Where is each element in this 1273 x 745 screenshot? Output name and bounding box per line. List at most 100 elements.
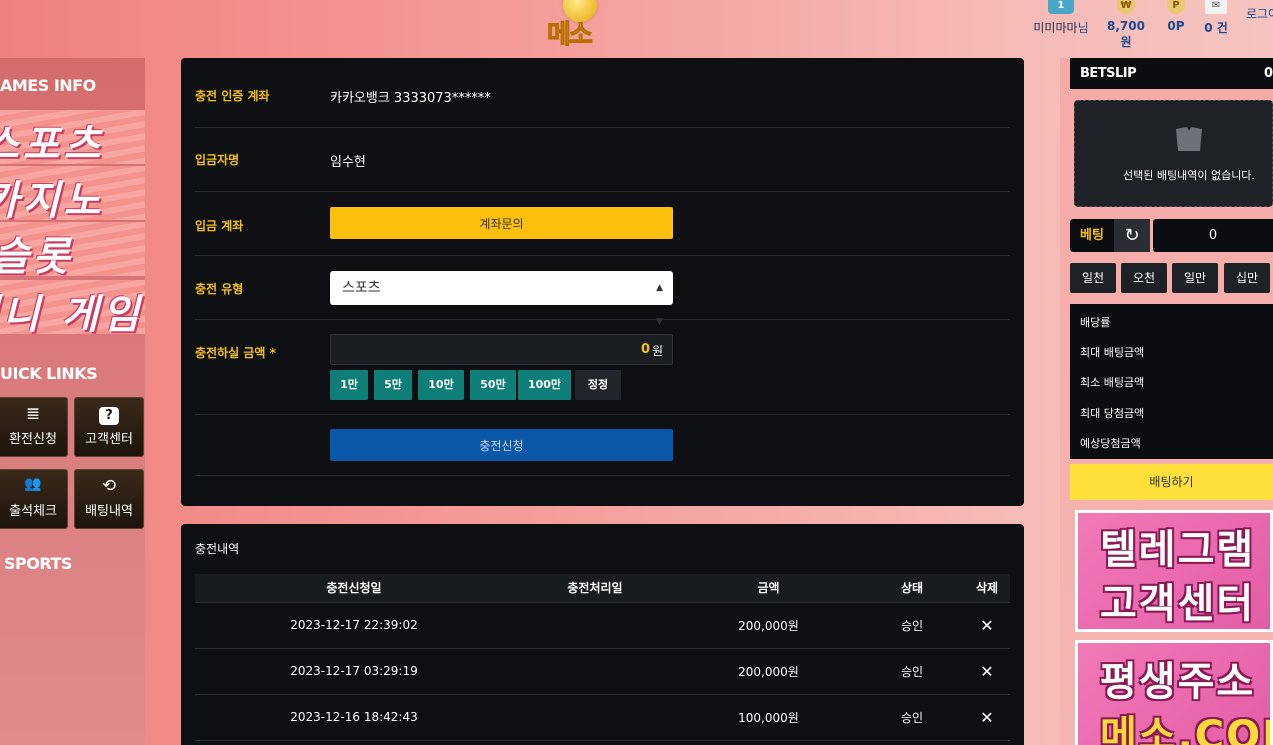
- help-glyph: ?: [99, 407, 119, 425]
- form-label: 입금 계좌: [195, 219, 244, 233]
- mail-icon: ✉: [1205, 0, 1227, 14]
- quick-amount-1m[interactable]: 100만: [518, 370, 571, 400]
- right-sidebar: BETSLIP 0 선택된 배팅내역이 없습니다. 베팅 ↻ 0 일천 오천 일…: [1060, 58, 1273, 745]
- table-row: 2023-12-17 22:39:02 200,000원 승인 ✕: [195, 602, 1010, 649]
- top-bar: 메소 1 미미마마님 ₩ 8,700원 P 0P ✉ 0 건 로그아: [0, 0, 1273, 58]
- delete-icon[interactable]: ✕: [980, 708, 993, 727]
- game-banner-sports[interactable]: 스포츠: [0, 110, 145, 164]
- table-row: 2023-12-16 18:42:43 100,000원 승인 ✕: [195, 694, 1010, 741]
- column-header: 충전신청일: [195, 574, 513, 603]
- sports-title: SPORTS: [4, 554, 72, 573]
- max-bet-label: 최대 배팅금액: [1080, 346, 1145, 359]
- verified-account-value: 카카오뱅크 3333073******: [330, 91, 491, 106]
- help-chat-icon: ?: [75, 404, 143, 426]
- logo-text: 메소: [547, 20, 594, 51]
- ticket-icon: [1173, 125, 1205, 159]
- user-info[interactable]: 1 미미마마님: [1031, 0, 1091, 36]
- account-inquiry-button[interactable]: 계좌문의: [330, 207, 673, 239]
- column-header: 충전처리일: [513, 574, 677, 603]
- quick-link-label: 고객센터: [85, 432, 133, 447]
- submit-deposit-button[interactable]: 충전신청: [330, 429, 673, 461]
- logout-link[interactable]: 로그아: [1246, 5, 1273, 22]
- username: 미미마마: [1033, 21, 1078, 35]
- promo-line: 메소.COM: [1100, 713, 1270, 745]
- quick-link-label: 출석체크: [9, 504, 57, 519]
- deposit-form-panel: 충전 인증 계좌 카카오뱅크 3333073****** 입금자명 임수현 입금…: [181, 58, 1024, 506]
- messages-value: 0 건: [1204, 21, 1228, 35]
- bet-info-box: 배당률 최대 배팅금액 최소 배팅금액 최대 당첨금액 예상당첨금액: [1070, 304, 1273, 459]
- quick-link-withdraw[interactable]: ≣ 환전신청: [0, 397, 68, 457]
- betslip-header: BETSLIP 0: [1070, 58, 1273, 89]
- quick-links-title: UICK LINKS: [0, 364, 98, 383]
- permanent-address-banner[interactable]: 평생주소 메소.COM: [1075, 640, 1273, 745]
- status-cell: 승인: [860, 694, 964, 741]
- charge-type-value: 스포츠: [342, 280, 381, 296]
- betslip-title: BETSLIP: [1080, 66, 1137, 81]
- delete-icon[interactable]: ✕: [980, 662, 993, 681]
- quick-amount-100k[interactable]: 10만: [418, 370, 464, 400]
- quick-amount-500k[interactable]: 50만: [470, 370, 516, 400]
- chip-100000[interactable]: 십만: [1224, 263, 1270, 293]
- form-row-submit: 충전신청: [195, 415, 1010, 476]
- bet-amount-input[interactable]: 0: [1153, 219, 1273, 252]
- column-header: 상태: [860, 574, 964, 603]
- processed-date: [513, 602, 677, 649]
- quick-link-support[interactable]: ? 고객센터: [74, 397, 144, 457]
- site-logo[interactable]: 메소: [535, 0, 625, 51]
- form-label: 충전 유형: [195, 282, 244, 296]
- game-banner-mini[interactable]: 미니 게임: [0, 280, 145, 334]
- quick-link-label: 배팅내역: [85, 504, 133, 519]
- amount-cell: 100,000원: [677, 694, 860, 741]
- chip-5000[interactable]: 오천: [1121, 263, 1167, 293]
- chip-1000[interactable]: 일천: [1070, 263, 1116, 293]
- status-cell: 승인: [860, 602, 964, 649]
- quick-link-bet-history[interactable]: ⟲ 배팅내역: [74, 469, 144, 529]
- quick-link-attendance[interactable]: 👥 출석체크: [0, 469, 68, 529]
- game-banner-casino[interactable]: 카지노: [0, 166, 145, 220]
- reset-amount-button[interactable]: 정정: [575, 370, 621, 400]
- points-info[interactable]: P 0P: [1163, 0, 1189, 33]
- telegram-support-banner[interactable]: 텔레그램 고객센터: [1075, 510, 1273, 632]
- quick-amount-50k[interactable]: 5만: [374, 370, 412, 400]
- promo-line: 평생주소: [1100, 659, 1256, 705]
- coins-stack-icon: ≣: [25, 404, 41, 424]
- messages-info[interactable]: ✉ 0 건: [1202, 0, 1230, 36]
- history-title: 충전내역: [195, 542, 240, 556]
- quick-amount-10k[interactable]: 1만: [330, 370, 368, 400]
- form-label: 입금자명: [195, 153, 240, 167]
- game-banner-label: 미니 게임: [0, 292, 144, 334]
- table-row: 2023-12-17 03:29:19 200,000원 승인 ✕: [195, 648, 1010, 695]
- history-header-row: 충전신청일 충전처리일 금액 상태 삭제: [195, 574, 1010, 603]
- user-level-icon: 1: [1048, 0, 1074, 14]
- odds-label: 배당률: [1080, 316, 1111, 329]
- status-cell: 승인: [860, 648, 964, 695]
- deposit-history-panel: 충전내역 충전신청일 충전처리일 금액 상태 삭제 2023-12-17 22:…: [181, 524, 1024, 745]
- balance-info[interactable]: ₩ 8,700원: [1104, 0, 1148, 50]
- charge-type-select[interactable]: 스포츠 ▲ ▼: [330, 271, 673, 327]
- refresh-icon[interactable]: ↻: [1114, 219, 1150, 252]
- betslip-empty-state: 선택된 배팅내역이 없습니다.: [1074, 100, 1273, 207]
- requested-date: 2023-12-16 18:42:43: [195, 694, 513, 741]
- chip-10000[interactable]: 일만: [1172, 263, 1218, 293]
- won-coin-icon: ₩: [1117, 0, 1135, 14]
- expected-win-label: 예상당첨금액: [1080, 437, 1141, 450]
- column-header: 삭제: [964, 574, 1010, 603]
- form-row-type: 충전 유형 스포츠 ▲ ▼: [195, 256, 1010, 327]
- depositor-name-value: 임수현: [330, 155, 366, 170]
- history-table: 충전신청일 충전처리일 금액 상태 삭제 2023-12-17 22:39:02…: [195, 574, 1010, 741]
- amount-input[interactable]: 0 원: [330, 334, 673, 365]
- form-label: 충전하실 금액 *: [195, 346, 276, 360]
- game-banner-slot[interactable]: 슬롯: [0, 222, 145, 276]
- username-suffix: 님: [1077, 21, 1089, 35]
- left-sidebar: AMES INFO 스포츠 카지노 슬롯 미니 게임 UICK LINKS ≣ …: [0, 58, 145, 745]
- delete-icon[interactable]: ✕: [980, 616, 993, 635]
- betslip-empty-text: 선택된 배팅내역이 없습니다.: [1123, 169, 1255, 182]
- amount-unit: 원: [651, 344, 663, 358]
- promo-line: 텔레그램: [1100, 527, 1256, 573]
- processed-date: [513, 648, 677, 695]
- form-row-account: 충전 인증 계좌 카카오뱅크 3333073******: [195, 58, 1010, 128]
- form-label: 충전 인증 계좌: [195, 89, 270, 103]
- game-banner-label: 슬롯: [0, 234, 74, 276]
- place-bet-button[interactable]: 배팅하기: [1070, 464, 1273, 500]
- processed-date: [513, 694, 677, 741]
